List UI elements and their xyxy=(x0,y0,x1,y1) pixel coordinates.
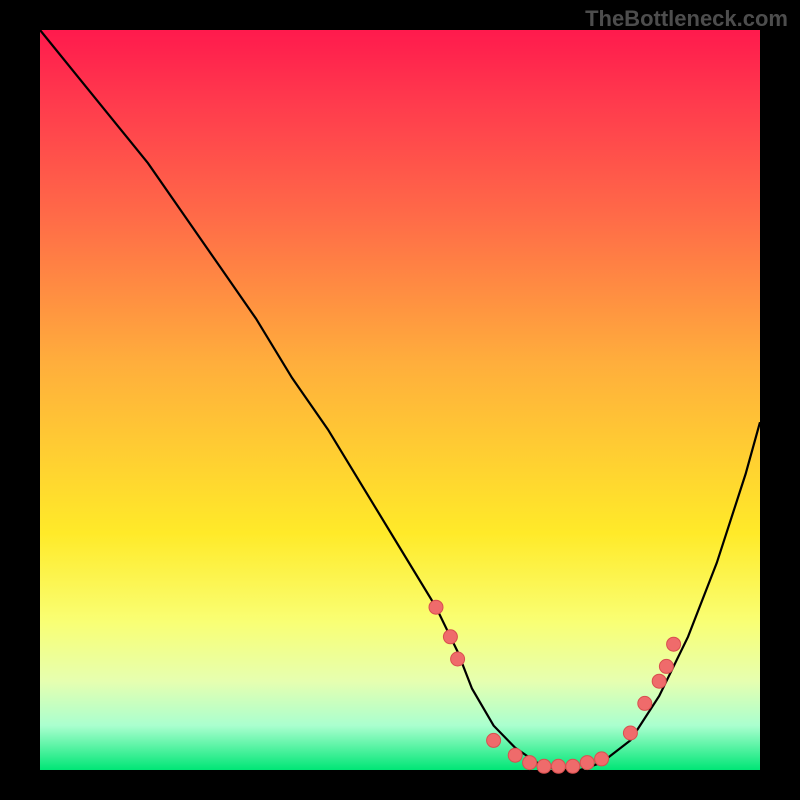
bottleneck-curve-path xyxy=(40,30,760,770)
watermark-text: TheBottleneck.com xyxy=(585,6,788,32)
data-marker xyxy=(652,674,666,688)
data-marker xyxy=(508,748,522,762)
data-marker xyxy=(429,600,443,614)
data-marker xyxy=(566,759,580,773)
data-marker xyxy=(443,630,457,644)
data-marker xyxy=(595,752,609,766)
data-marker xyxy=(580,756,594,770)
data-marker xyxy=(537,759,551,773)
data-marker xyxy=(487,733,501,747)
data-marker xyxy=(638,696,652,710)
data-marker xyxy=(667,637,681,651)
data-marker xyxy=(623,726,637,740)
data-marker xyxy=(551,759,565,773)
marker-group xyxy=(429,600,681,773)
data-marker xyxy=(523,756,537,770)
data-marker xyxy=(659,659,673,673)
chart-svg xyxy=(40,30,760,770)
data-marker xyxy=(451,652,465,666)
plot-area xyxy=(40,30,760,770)
